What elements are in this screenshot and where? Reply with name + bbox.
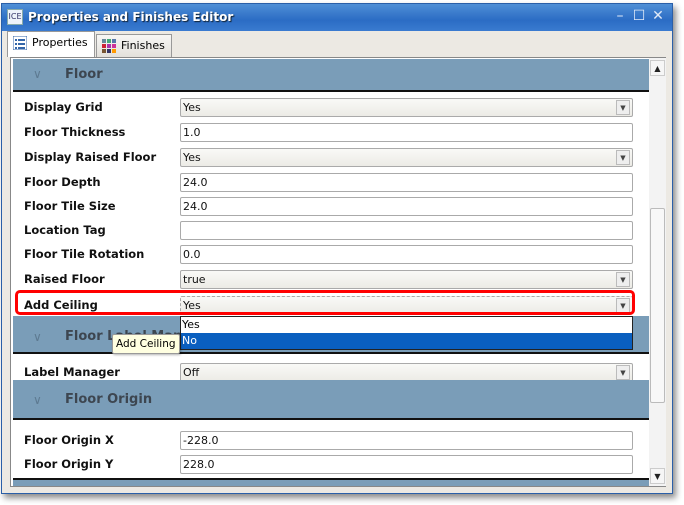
color-grid-icon [102, 39, 116, 53]
display-raised-floor-select[interactable]: Yes ▼ [180, 148, 633, 167]
tooltip: Add Ceiling [112, 334, 180, 354]
tab-label: Finishes [121, 39, 165, 52]
scroll-down-arrow-icon[interactable]: ▼ [650, 468, 665, 484]
minimize-button[interactable]: – [612, 8, 628, 24]
section-title: Floor Origin [65, 392, 153, 407]
chevron-down-icon: ∨ [33, 393, 42, 407]
tab-properties[interactable]: Properties [7, 31, 95, 57]
select-value: Yes [183, 151, 201, 164]
raised-floor-select[interactable]: true ▼ [180, 270, 633, 289]
dropdown-arrow-icon[interactable]: ▼ [616, 365, 630, 380]
list-icon [13, 36, 27, 50]
floor-origin-y-input[interactable]: 228.0 [180, 455, 633, 474]
section-title: Floor [65, 67, 103, 82]
dropdown-option-yes[interactable]: Yes [181, 317, 632, 333]
floor-depth-input[interactable]: 24.0 [180, 173, 633, 192]
floor-thickness-input[interactable]: 1.0 [180, 123, 633, 142]
label-display-raised-floor: Display Raised Floor [24, 150, 157, 164]
dropdown-option-no[interactable]: No [181, 333, 632, 349]
title-bar[interactable]: ICE Properties and Finishes Editor – ☐ ✕ [2, 4, 672, 31]
properties-panel: ∨ Floor Display Grid Yes ▼ Floor Thicknes… [10, 57, 666, 487]
scrollbar-thumb[interactable] [650, 208, 665, 403]
tab-label: Properties [32, 36, 88, 49]
window-title: Properties and Finishes Editor [28, 10, 234, 24]
label-floor-tile-size: Floor Tile Size [24, 199, 116, 213]
display-grid-select[interactable]: Yes ▼ [180, 98, 633, 117]
section-header-floor-origin[interactable]: ∨ Floor Origin [13, 380, 649, 420]
chevron-down-icon: ∨ [33, 330, 42, 344]
floor-tile-rotation-input[interactable]: 0.0 [180, 245, 633, 264]
dropdown-arrow-icon[interactable]: ▼ [616, 272, 630, 287]
floor-tile-size-input[interactable]: 24.0 [180, 197, 633, 216]
select-value: Off [183, 366, 200, 379]
scroll-up-arrow-icon[interactable]: ▲ [650, 60, 665, 76]
label-floor-tile-rotation: Floor Tile Rotation [24, 247, 145, 261]
floor-origin-x-input[interactable]: -228.0 [180, 431, 633, 450]
label-location-tag: Location Tag [24, 223, 106, 237]
label-floor-thickness: Floor Thickness [24, 125, 126, 139]
chevron-down-icon: ∨ [33, 67, 42, 81]
editor-window: ICE Properties and Finishes Editor – ☐ ✕… [1, 3, 673, 494]
select-value: Yes [183, 101, 201, 114]
vertical-scrollbar[interactable]: ▲ ▼ [649, 58, 666, 486]
dropdown-arrow-icon[interactable]: ▼ [616, 150, 630, 165]
location-tag-input[interactable] [180, 221, 633, 240]
highlight-box [15, 290, 635, 315]
add-ceiling-dropdown-list: Yes No [180, 316, 633, 350]
label-floor-origin-y: Floor Origin Y [24, 457, 114, 471]
select-value: true [183, 273, 206, 286]
label-display-grid: Display Grid [24, 100, 103, 114]
close-button[interactable]: ✕ [650, 8, 666, 24]
section-header-floor[interactable]: ∨ Floor [13, 59, 649, 92]
maximize-button[interactable]: ☐ [631, 8, 647, 24]
app-icon: ICE [7, 9, 23, 25]
dropdown-arrow-icon[interactable]: ▼ [616, 100, 630, 115]
label-floor-depth: Floor Depth [24, 175, 101, 189]
tab-finishes[interactable]: Finishes [96, 34, 172, 58]
label-label-manager: Label Manager [24, 365, 120, 379]
label-raised-floor: Raised Floor [24, 272, 105, 286]
label-floor-origin-x: Floor Origin X [24, 433, 114, 447]
section-header-next [13, 478, 649, 486]
